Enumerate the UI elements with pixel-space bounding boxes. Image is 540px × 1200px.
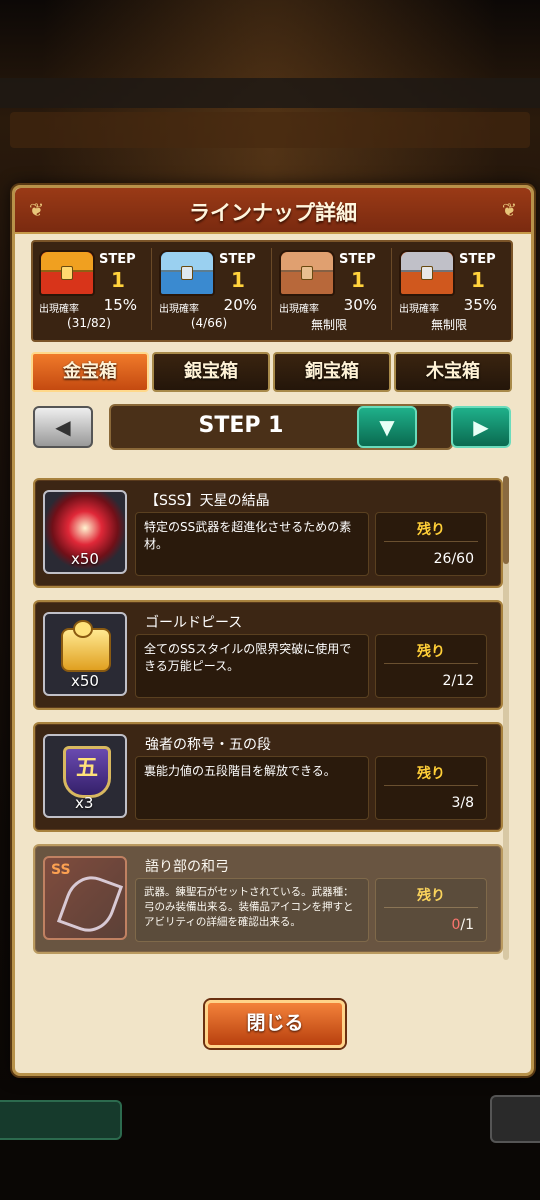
remaining-box: 残り 2/12 [375, 634, 487, 698]
list-item[interactable]: x50 ゴールドピース 全てのSSスタイルの限界突破に使用できる万能ピース。 残… [33, 600, 503, 710]
rank-emblem-icon: 五 x3 [43, 734, 127, 818]
tab-gold-chest[interactable]: 金宝箱 [31, 352, 149, 392]
step-value: 1 [111, 268, 125, 292]
item-name: 語り部の和弓 [145, 859, 229, 875]
background-resource-bar [0, 78, 540, 108]
lineup-list[interactable]: x50 【SSS】天星の結晶 特定のSS武器を超進化させるための素材。 残り 2… [31, 460, 509, 960]
rate-sub: 無制限 [430, 318, 467, 332]
step-label: STEP [219, 252, 256, 267]
remaining-value: 2/12 [442, 673, 474, 689]
gold-chest-icon [39, 250, 95, 296]
triangle-right-icon: ▶ [473, 415, 489, 439]
ornament-right-icon: ❦ [501, 200, 517, 221]
step-selector: ◀ STEP 1 ▼ ▶ [33, 404, 511, 450]
item-description: 武器。錬聖石がセットされている。武器種：弓のみ装備出来る。装備品アイコンを押すと… [144, 886, 354, 928]
item-quantity: x3 [75, 794, 94, 812]
gold-puzzle-piece-icon: x50 [43, 612, 127, 696]
background-header-bar [10, 112, 530, 148]
chest-wood-summary: STEP 1 出現確率 35% 無制限 [393, 246, 505, 334]
step-value: 1 [351, 268, 365, 292]
chest-silver-summary: STEP 1 出現確率 20% (4/66) [153, 246, 265, 334]
remaining-label: 残り [417, 522, 445, 538]
item-name: ゴールドピース [145, 615, 243, 631]
dialog-title: ラインナップ詳細 [189, 201, 357, 225]
rate-value: 15% [103, 296, 137, 314]
dialog-header: ❦ ラインナップ詳細 ❦ [15, 188, 531, 234]
chest-summary: STEP 1 出現確率 15% (31/82) STEP 1 出現確率 20% … [31, 240, 513, 342]
step-display-label: STEP 1 [198, 413, 284, 438]
tab-silver-chest[interactable]: 銀宝箱 [152, 352, 270, 392]
close-button[interactable]: 閉じる [205, 1000, 345, 1048]
item-description: 全てのSSスタイルの限界突破に使用できる万能ピース。 [144, 642, 352, 673]
remaining-label: 残り [417, 644, 445, 660]
rate-value: 35% [463, 296, 497, 314]
item-quantity: x50 [71, 672, 99, 690]
silver-chest-icon [159, 250, 215, 296]
list-item[interactable]: x50 【SSS】天星の結晶 特定のSS武器を超進化させるための素材。 残り 2… [33, 478, 503, 588]
rate-label: 出現確率 [279, 304, 319, 315]
rate-sub: (4/66) [190, 316, 228, 330]
list-scrollbar-thumb[interactable] [503, 476, 509, 564]
step-value: 1 [231, 268, 245, 292]
triangle-left-icon: ◀ [55, 415, 71, 439]
item-description-box: 裏能力値の五段階目を解放できる。 [135, 756, 369, 820]
bow-weapon-icon: SS [43, 856, 127, 940]
background-left-button [0, 1100, 122, 1140]
remaining-box: 残り 0/1 [375, 878, 487, 942]
remaining-value: 0/1 [451, 917, 474, 933]
item-name: 強者の称号・五の段 [145, 737, 271, 753]
list-item[interactable]: 五 x3 強者の称号・五の段 裏能力値の五段階目を解放できる。 残り 3/8 [33, 722, 503, 832]
chest-bronze-summary: STEP 1 出現確率 30% 無制限 [273, 246, 385, 334]
red-crystal-icon: x50 [43, 490, 127, 574]
item-description-box: 武器。錬聖石がセットされている。武器種：弓のみ装備出来る。装備品アイコンを押すと… [135, 878, 369, 942]
rate-sub: (31/82) [67, 316, 111, 330]
rate-sub: 無制限 [310, 318, 347, 332]
rate-label: 出現確率 [39, 304, 79, 315]
item-name: 【SSS】天星の結晶 [145, 493, 270, 509]
remaining-box: 残り 3/8 [375, 756, 487, 820]
item-description-box: 全てのSSスタイルの限界突破に使用できる万能ピース。 [135, 634, 369, 698]
wood-chest-icon [399, 250, 455, 296]
rate-label: 出現確率 [159, 304, 199, 315]
step-dropdown-button[interactable]: ▼ [357, 406, 417, 448]
next-step-button[interactable]: ▶ [451, 406, 511, 448]
step-label: STEP [339, 252, 376, 267]
prev-step-button[interactable]: ◀ [33, 406, 93, 448]
remaining-label: 残り [417, 888, 445, 904]
bronze-chest-icon [279, 250, 335, 296]
remaining-box: 残り 26/60 [375, 512, 487, 576]
item-description: 特定のSS武器を超進化させるための素材。 [144, 520, 352, 551]
remaining-value: 26/60 [433, 551, 474, 567]
chest-tabs: 金宝箱 銀宝箱 銅宝箱 木宝箱 [31, 352, 512, 392]
item-description-box: 特定のSS武器を超進化させるための素材。 [135, 512, 369, 576]
tab-wood-chest[interactable]: 木宝箱 [394, 352, 512, 392]
step-label: STEP [99, 252, 136, 267]
chest-gold-summary: STEP 1 出現確率 15% (31/82) [33, 246, 145, 334]
rate-value: 30% [343, 296, 377, 314]
remaining-label: 残り [417, 766, 445, 782]
background-menu-button [490, 1095, 540, 1143]
chevron-down-icon: ▼ [379, 415, 395, 439]
tab-bronze-chest[interactable]: 銅宝箱 [273, 352, 391, 392]
list-item[interactable]: SS 語り部の和弓 武器。錬聖石がセットされている。武器種：弓のみ装備出来る。装… [33, 844, 503, 954]
step-label: STEP [459, 252, 496, 267]
background-footer [0, 1080, 540, 1200]
item-quantity: x50 [71, 550, 99, 568]
lineup-dialog: ❦ ラインナップ詳細 ❦ STEP 1 出現確率 15% (31/82) STE… [12, 185, 534, 1076]
item-description: 裏能力値の五段階目を解放できる。 [144, 764, 336, 778]
step-value: 1 [471, 268, 485, 292]
remaining-value: 3/8 [451, 795, 474, 811]
rate-label: 出現確率 [399, 304, 439, 315]
rate-value: 20% [223, 296, 257, 314]
